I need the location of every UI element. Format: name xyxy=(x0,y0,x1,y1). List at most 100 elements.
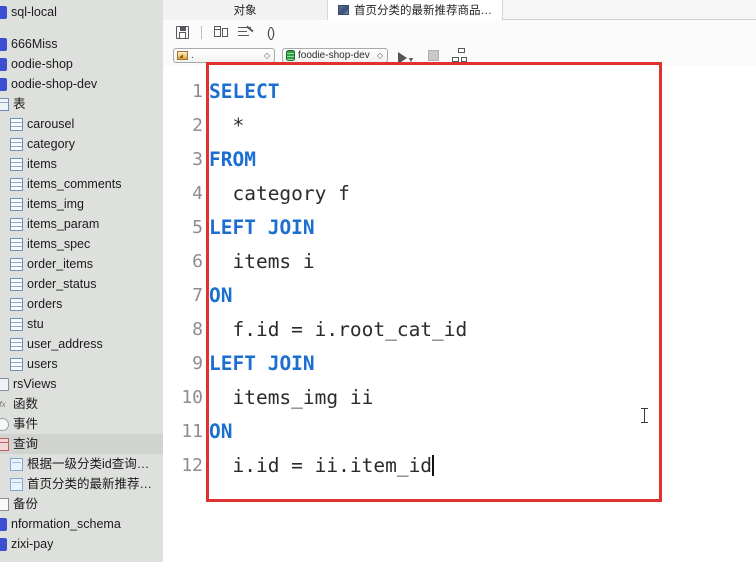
code-line[interactable]: FROM xyxy=(209,143,467,177)
sql-editor[interactable]: 1 2 3 4 5 6 7 8 9 10 11 12 SELECT * FROM category f LEF… xyxy=(163,66,756,562)
code-line[interactable]: f.id = i.root_cat_id xyxy=(209,313,467,347)
sidebar-item[interactable]: category xyxy=(0,134,163,154)
line-number: 10 xyxy=(181,387,203,408)
sidebar-item[interactable]: 事件 xyxy=(0,414,163,434)
database-icon xyxy=(0,537,7,551)
line-number: 2 xyxy=(192,115,203,136)
editor-toolbar-primary[interactable]: () xyxy=(163,20,756,44)
line-number: 8 xyxy=(192,319,203,340)
database-navigator-sidebar[interactable]: sql-local 666Miss oodie-shop oodie-shop-dev… xyxy=(0,0,163,562)
sidebar-item[interactable]: 备份 xyxy=(0,494,163,514)
sidebar-item[interactable]: 首页分类的最新推荐… xyxy=(0,474,163,494)
table-icon xyxy=(10,337,23,351)
explain-button[interactable] xyxy=(450,46,469,64)
table-icon xyxy=(10,317,23,331)
sidebar-item-label: items_comments xyxy=(27,177,122,191)
sql-keyword: ON xyxy=(209,420,233,443)
tab-strip-filler xyxy=(503,0,756,19)
sidebar-item-label: 表 xyxy=(13,97,26,111)
sidebar-item-label: items_param xyxy=(27,217,100,231)
sidebar-item[interactable]: user_address xyxy=(0,334,163,354)
chevron-down-icon: ▼ xyxy=(407,57,415,64)
code-line[interactable]: items i xyxy=(209,245,467,279)
database-icon xyxy=(286,49,295,61)
code-line[interactable]: category f xyxy=(209,177,467,211)
line-number: 11 xyxy=(181,421,203,442)
sidebar-item-label: oodie-shop xyxy=(11,57,73,71)
sidebar-item[interactable]: users xyxy=(0,354,163,374)
sidebar-item[interactable]: items_spec xyxy=(0,234,163,254)
sidebar-item[interactable]: 查询 xyxy=(0,434,163,454)
sidebar-item-label: carousel xyxy=(27,117,75,131)
sidebar-item[interactable]: items xyxy=(0,154,163,174)
code-line[interactable]: ON xyxy=(209,415,467,449)
sidebar-item-label: order_status xyxy=(27,277,97,291)
tab-objects[interactable]: 对象 xyxy=(163,0,328,20)
database-select[interactable]: foodie-shop-dev ◇ xyxy=(282,47,388,63)
sidebar-item[interactable]: order_items xyxy=(0,254,163,274)
code-line[interactable]: LEFT JOIN xyxy=(209,211,467,245)
explain-plan-icon xyxy=(452,48,467,62)
sidebar-item[interactable]: sql-local xyxy=(0,2,163,22)
sidebar-item[interactable]: fx 函数 xyxy=(0,394,163,414)
edit-list-icon xyxy=(238,25,254,38)
database-icon xyxy=(0,57,7,71)
database-icon xyxy=(0,37,7,51)
chevron-updown-icon: ◇ xyxy=(376,50,384,60)
sidebar-item[interactable]: oodie-shop-dev xyxy=(0,74,163,94)
sidebar-item-label: nformation_schema xyxy=(11,517,121,531)
save-button[interactable] xyxy=(173,23,192,41)
code-line[interactable]: items_img ii xyxy=(209,381,467,415)
sidebar-item[interactable]: rsViews xyxy=(0,374,163,394)
line-number: 6 xyxy=(192,251,203,272)
code-line[interactable]: i.id = ii.item_id xyxy=(209,449,467,483)
run-button[interactable]: ▼ xyxy=(395,46,417,64)
line-number-gutter: 1 2 3 4 5 6 7 8 9 10 11 12 xyxy=(171,75,203,483)
tab-query-editor[interactable]: 首页分类的最新推荐商品… xyxy=(328,0,503,20)
sidebar-item[interactable]: order_status xyxy=(0,274,163,294)
sidebar-item[interactable]: orders xyxy=(0,294,163,314)
toolbar-separator xyxy=(201,25,202,39)
sql-text: category f xyxy=(232,182,350,205)
text-caret xyxy=(432,455,434,476)
sidebar-item[interactable]: 根据一级分类id查询… xyxy=(0,454,163,474)
tab-objects-label: 对象 xyxy=(233,5,257,17)
chevron-updown-icon: ◇ xyxy=(263,50,271,60)
sidebar-item-label: 根据一级分类id查询… xyxy=(27,457,150,471)
sidebar-item[interactable]: items_comments xyxy=(0,174,163,194)
sidebar-tree[interactable]: sql-local 666Miss oodie-shop oodie-shop-dev… xyxy=(0,2,163,554)
tab-strip[interactable]: 对象 首页分类的最新推荐商品… xyxy=(163,0,756,20)
table-icon xyxy=(10,117,23,131)
table-reference-button[interactable] xyxy=(211,23,230,41)
sidebar-item[interactable]: nformation_schema xyxy=(0,514,163,534)
sidebar-item-label: order_items xyxy=(27,257,93,271)
code-line[interactable]: LEFT JOIN xyxy=(209,347,467,381)
sql-code-text[interactable]: SELECT * FROM category f LEFT JOIN items i ON f… xyxy=(209,75,467,483)
code-line[interactable]: * xyxy=(209,109,467,143)
parentheses-button[interactable]: () xyxy=(261,23,280,41)
sidebar-item[interactable]: stu xyxy=(0,314,163,334)
parentheses-icon: () xyxy=(266,24,275,40)
sidebar-item[interactable]: zixi-pay xyxy=(0,534,163,554)
sql-text: items i xyxy=(232,250,315,273)
table-icon xyxy=(10,237,23,251)
database-select-value: foodie-shop-dev xyxy=(298,49,370,61)
code-line[interactable]: ON xyxy=(209,279,467,313)
sidebar-item[interactable]: items_param xyxy=(0,214,163,234)
stop-button[interactable] xyxy=(424,46,443,64)
sidebar-item[interactable]: 表 xyxy=(0,94,163,114)
sidebar-item[interactable]: carousel xyxy=(0,114,163,134)
sidebar-item-label: items_img xyxy=(27,197,84,211)
sidebar-item-label: orders xyxy=(27,297,63,311)
connection-select[interactable]: . ◇ xyxy=(173,47,275,63)
editor-toolbar-secondary[interactable]: . ◇ foodie-shop-dev ◇ ▼ xyxy=(163,44,756,66)
sidebar-item[interactable]: oodie-shop xyxy=(0,54,163,74)
sidebar-item-label: 666Miss xyxy=(11,37,58,51)
code-line[interactable]: SELECT xyxy=(209,75,467,109)
edit-list-button[interactable] xyxy=(236,23,255,41)
sidebar-item[interactable]: items_img xyxy=(0,194,163,214)
app-window: sql-local 666Miss oodie-shop oodie-shop-dev… xyxy=(0,0,756,562)
sql-text: f.id = i.root_cat_id xyxy=(232,318,468,341)
save-icon xyxy=(176,25,189,39)
sidebar-item[interactable]: 666Miss xyxy=(0,34,163,54)
